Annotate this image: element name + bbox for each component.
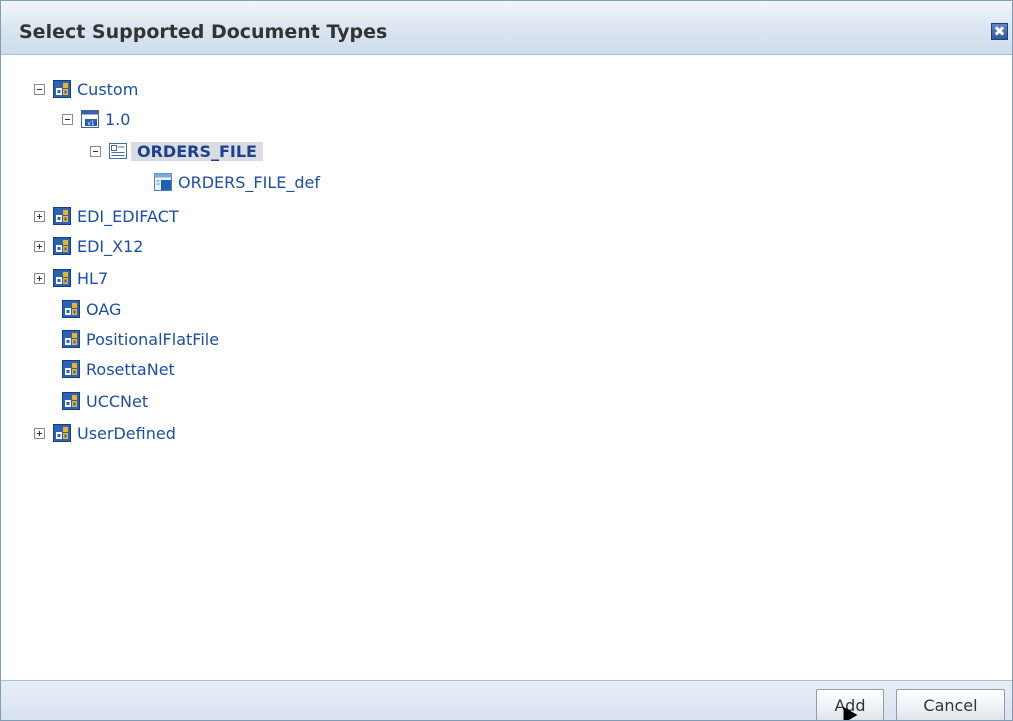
document-protocol-icon [53, 269, 71, 287]
expand-icon[interactable] [34, 427, 45, 439]
document-type-tree: Custom 1.0 ORDERS_FILE ORDERS_FILE_def EDI_E… [1, 55, 1012, 680]
tree-node[interactable]: ORDERS_FILE_def [154, 169, 320, 195]
collapse-icon[interactable] [90, 145, 101, 157]
tree-node-label[interactable]: OAG [86, 300, 121, 319]
document-definition-icon [154, 173, 172, 191]
tree-node[interactable]: EDI_EDIFACT [34, 203, 179, 229]
dialog-footer: Add Cancel [1, 680, 1012, 720]
document-protocol-icon [62, 392, 80, 410]
tree-node-label[interactable]: UserDefined [77, 424, 176, 443]
expand-icon[interactable] [34, 272, 45, 284]
select-document-types-dialog: Select Supported Document Types ✖ Custom… [0, 0, 1013, 721]
expand-icon[interactable] [34, 210, 45, 222]
tree-node-label[interactable]: Custom [77, 80, 138, 99]
tree-node-label[interactable]: PositionalFlatFile [86, 330, 219, 349]
collapse-icon[interactable] [34, 83, 45, 95]
tree-node-label[interactable]: ORDERS_FILE [131, 141, 263, 161]
tree-node[interactable]: 1.0 [62, 106, 130, 132]
tree-node-label[interactable]: ORDERS_FILE_def [178, 173, 320, 192]
tree-node[interactable]: ORDERS_FILE [90, 138, 263, 164]
document-protocol-icon [53, 207, 71, 225]
tree-node[interactable]: EDI_X12 [34, 233, 143, 259]
document-protocol-icon [53, 424, 71, 442]
tree-node-label[interactable]: HL7 [77, 269, 108, 288]
document-protocol-icon [53, 80, 71, 98]
document-protocol-icon [53, 237, 71, 255]
cancel-button[interactable]: Cancel [896, 689, 1005, 720]
tree-node-label[interactable]: UCCNet [86, 392, 148, 411]
close-button[interactable]: ✖ [991, 23, 1008, 40]
tree-node[interactable]: Custom [34, 76, 138, 102]
version-icon [81, 110, 99, 128]
tree-node[interactable]: PositionalFlatFile [62, 326, 219, 352]
tree-node[interactable]: UserDefined [34, 420, 176, 446]
tree-node[interactable]: RosettaNet [62, 356, 175, 382]
document-type-icon [109, 143, 127, 159]
tree-node[interactable]: OAG [62, 296, 121, 322]
document-protocol-icon [62, 360, 80, 378]
document-protocol-icon [62, 300, 80, 318]
tree-node-label[interactable]: 1.0 [105, 110, 130, 129]
tree-node-label[interactable]: RosettaNet [86, 360, 175, 379]
tree-node-label[interactable]: EDI_EDIFACT [77, 207, 179, 226]
expand-icon[interactable] [34, 240, 45, 252]
tree-node-label[interactable]: EDI_X12 [77, 237, 143, 256]
document-protocol-icon [62, 330, 80, 348]
dialog-titlebar: Select Supported Document Types ✖ [1, 1, 1012, 55]
tree-node[interactable]: UCCNet [62, 388, 148, 414]
dialog-title: Select Supported Document Types [19, 21, 388, 43]
close-icon: ✖ [993, 24, 1006, 40]
tree-node[interactable]: HL7 [34, 265, 108, 291]
collapse-icon[interactable] [62, 113, 73, 125]
